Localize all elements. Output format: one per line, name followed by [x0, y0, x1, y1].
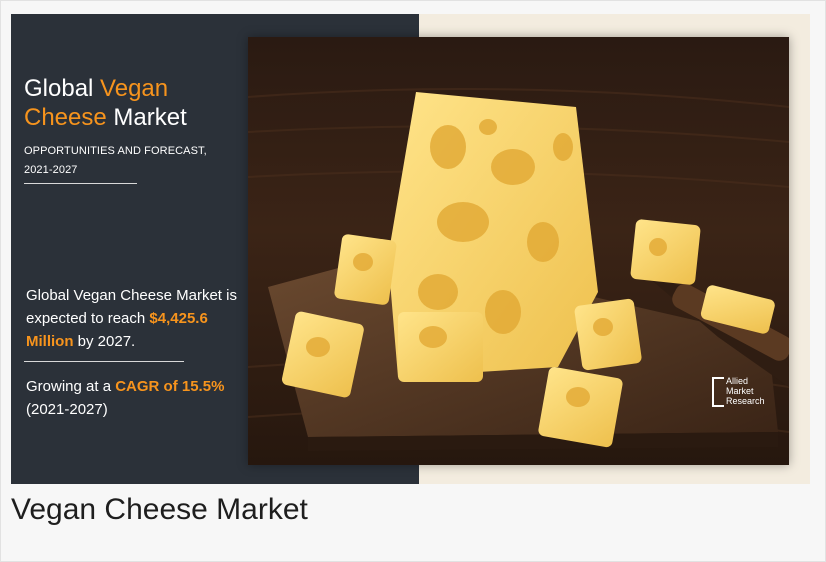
image-caption: Vegan Cheese Market	[11, 493, 308, 526]
allied-market-research-logo: Allied Market Research	[712, 375, 788, 411]
growth-statement: Growing at a CAGR of 15.5% (2021-2027)	[26, 375, 256, 421]
subtitle-line-1: OPPORTUNITIES AND FORECAST,	[24, 145, 207, 157]
infographic-title: Global Vegan Cheese Market	[24, 74, 244, 132]
subtitle: OPPORTUNITIES AND FORECAST, 2021-2027	[24, 142, 244, 180]
title-suffix: Market	[106, 104, 187, 131]
growth-text-1: Growing at a	[26, 378, 116, 395]
growth-value: CAGR of 15.5%	[115, 378, 225, 395]
divider-middle	[24, 361, 184, 362]
market-size-statement: Global Vegan Cheese Market is expected t…	[26, 284, 246, 353]
title-accent-cheese: Cheese	[24, 104, 107, 131]
title-prefix: Global	[24, 75, 101, 102]
logo-line-1: Allied	[726, 376, 749, 386]
stat-text-2: by 2027.	[73, 333, 136, 350]
logo-line-3: Research	[726, 396, 765, 406]
title-accent-vegan: Vegan	[100, 75, 169, 102]
logo-text: Allied Market Research	[726, 376, 765, 406]
logo-mark-icon	[712, 377, 724, 407]
growth-years: (2021-2027)	[26, 401, 108, 418]
divider-top	[24, 183, 137, 184]
subtitle-line-2: 2021-2027	[24, 164, 78, 176]
logo-line-2: Market	[726, 386, 754, 396]
cheese-photo	[248, 37, 789, 465]
cheese-illustration	[248, 37, 789, 465]
